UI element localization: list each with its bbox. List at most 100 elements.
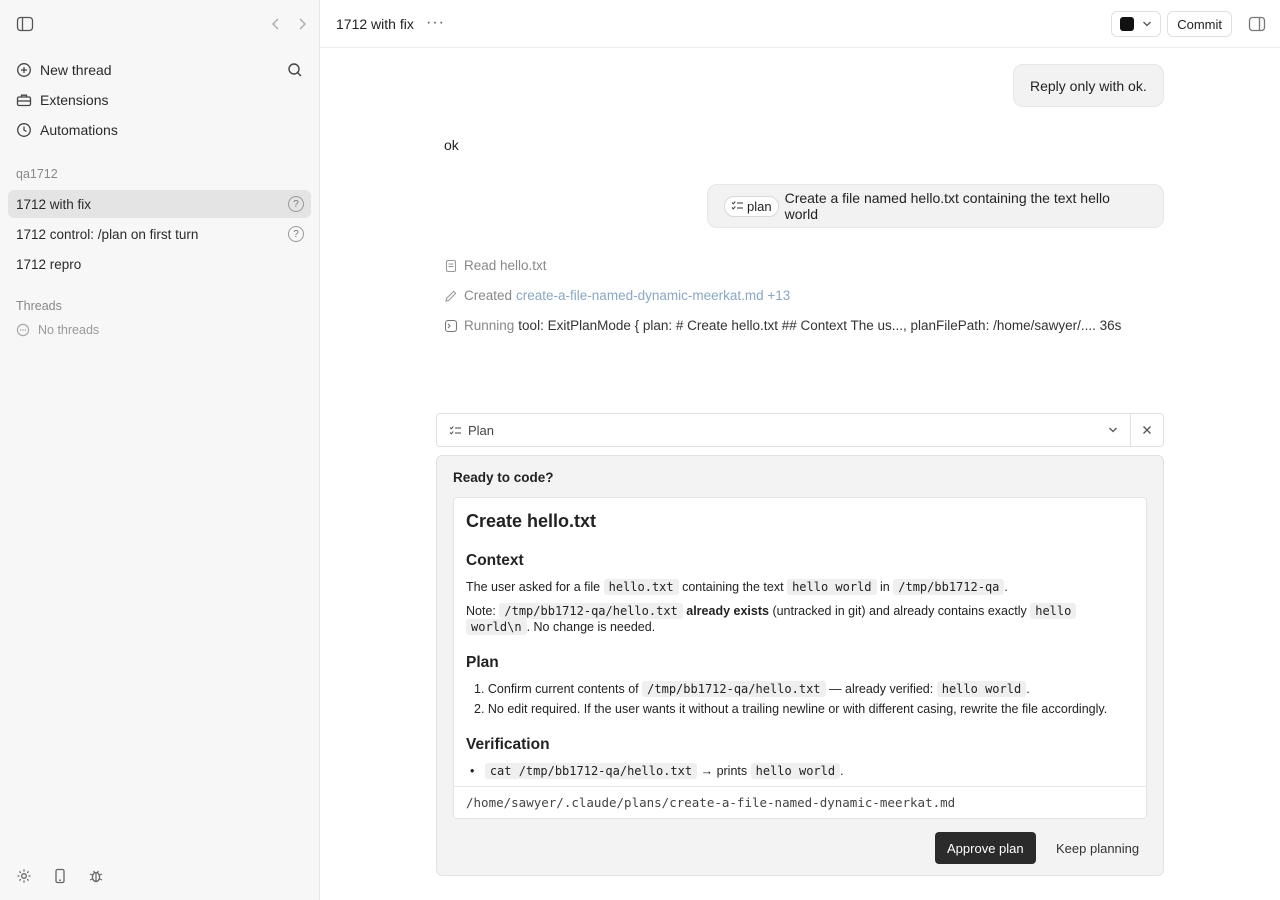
thread-label: 1712 repro (16, 256, 82, 272)
assistant-message: ok (444, 137, 459, 153)
thread-label: 1712 with fix (16, 196, 92, 212)
plus-circle-icon (16, 62, 32, 78)
sidebar-toggle-icon[interactable] (16, 16, 34, 32)
new-thread-label: New thread (40, 62, 112, 78)
app-logo-icon (1120, 17, 1135, 31)
user-message: plan Create a file named hello.txt conta… (707, 184, 1164, 228)
back-arrow-icon[interactable] (271, 16, 281, 32)
sidebar-top (16, 12, 307, 36)
inline-code: /tmp/bb1712-qa/hello.txt (499, 603, 683, 619)
no-threads-placeholder: No threads (16, 323, 99, 337)
bold-text: already exists (686, 604, 769, 618)
text: containing the text (682, 580, 784, 594)
inline-code: /tmp/bb1712-qa (893, 579, 1005, 595)
right-panel-toggle-icon[interactable] (1248, 16, 1266, 32)
plan-file-path: /home/sawyer/.claude/plans/create-a-file… (454, 786, 1146, 818)
new-thread-button[interactable]: New thread (8, 57, 311, 83)
activity-read-text: Read hello.txt (464, 258, 547, 273)
keep-planning-button[interactable]: Keep planning (1047, 832, 1148, 864)
help-icon: ? (288, 196, 304, 212)
text: . (840, 764, 844, 778)
forward-arrow-icon[interactable] (297, 16, 307, 32)
plan-step-1: 1. Confirm current contents of /tmp/bb17… (474, 681, 1030, 697)
terminal-icon (444, 319, 458, 333)
activity-running-prefix: Running (464, 318, 515, 333)
chevron-down-icon[interactable] (1107, 424, 1119, 436)
automations-label: Automations (40, 122, 118, 138)
text: The user asked for a file (466, 580, 601, 594)
divider (1130, 414, 1131, 446)
verification-item: • cat /tmp/bb1712-qa/hello.txt → prints … (470, 763, 844, 779)
context-paragraph: The user asked for a file hello.txt cont… (466, 579, 1008, 595)
no-threads-label: No threads (38, 323, 100, 337)
checklist-icon (449, 425, 462, 437)
bullet: • (470, 764, 482, 778)
note-paragraph-cont: world\n. No change is needed. (466, 619, 655, 635)
inline-code: cat /tmp/bb1712-qa/hello.txt (484, 763, 698, 779)
inline-code: hello world (936, 681, 1027, 697)
text: (untracked in git) and already contains … (772, 604, 1027, 618)
commit-button[interactable]: Commit (1167, 11, 1232, 37)
plan-document: Create hello.txt Context The user asked … (453, 497, 1147, 819)
activity-read: Read hello.txt (444, 258, 547, 273)
inline-code: /tmp/bb1712-qa/hello.txt (642, 681, 826, 697)
thread-item-1712-with-fix[interactable]: 1712 with fix ? (8, 190, 311, 218)
project-header: qa1712 (16, 167, 58, 181)
thread-item-1712-control[interactable]: 1712 control: /plan on first turn ? (8, 220, 311, 248)
text: . (1004, 580, 1008, 594)
context-heading: Context (466, 552, 524, 569)
ready-to-code-label: Ready to code? (453, 470, 554, 485)
clock-icon (16, 122, 32, 138)
text: → prints (700, 764, 748, 778)
activity-running-text: tool: ExitPlanMode { plan: # Create hell… (518, 318, 1122, 333)
text: 1. Confirm current contents of (474, 682, 639, 696)
open-in-app-dropdown[interactable] (1111, 11, 1162, 37)
more-options-icon[interactable]: ··· (426, 14, 445, 32)
threads-header: Threads (16, 299, 62, 313)
plan-step-2: 2. No edit required. If the user wants i… (474, 702, 1108, 716)
plan-mode-chip: plan (724, 195, 779, 217)
plan-approval-card: Ready to code? Create hello.txt Context … (436, 455, 1164, 876)
bug-icon[interactable] (88, 868, 104, 884)
extensions-button[interactable]: Extensions (8, 87, 311, 113)
approve-plan-button[interactable]: Approve plan (935, 832, 1036, 864)
plan-panel-header[interactable]: Plan (436, 413, 1164, 447)
sidebar: New thread Extensions Automations qa1712… (0, 0, 320, 900)
toolbox-icon (16, 92, 32, 108)
text: Note: (466, 604, 496, 618)
activity-created-prefix: Created (464, 288, 513, 303)
activity-running: Running tool: ExitPlanMode { plan: # Cre… (444, 318, 1121, 333)
inline-code: hello.txt (603, 579, 679, 595)
thread-title: 1712 with fix (336, 16, 414, 32)
thread-item-1712-repro[interactable]: 1712 repro (8, 250, 311, 278)
file-icon (444, 259, 458, 273)
close-icon[interactable] (1141, 424, 1153, 436)
user-message: Reply only with ok. (1013, 64, 1164, 107)
note-paragraph: Note: /tmp/bb1712-qa/hello.txt already e… (466, 603, 1077, 619)
mobile-device-icon[interactable] (52, 868, 68, 884)
chevron-down-icon (1142, 20, 1152, 28)
plan-heading: Plan (466, 654, 499, 671)
topbar: 1712 with fix ··· Commit (320, 0, 1280, 48)
text: . No change is needed. (526, 620, 656, 634)
checklist-icon (731, 200, 744, 212)
extensions-label: Extensions (40, 92, 109, 108)
chat-bubble-icon (16, 323, 30, 337)
created-file-link[interactable]: create-a-file-named-dynamic-meerkat.md +… (516, 288, 790, 303)
inline-code: hello world (787, 579, 877, 595)
pencil-icon (444, 289, 458, 303)
user-message-text: Reply only with ok. (1030, 77, 1147, 94)
plan-panel-title: Plan (468, 423, 495, 438)
sidebar-footer (16, 868, 104, 884)
activity-created: Created create-a-file-named-dynamic-meer… (444, 288, 790, 303)
text: in (880, 580, 890, 594)
plan-title: Create hello.txt (466, 511, 597, 531)
plan-chip-label: plan (747, 198, 772, 214)
user-message-text: Create a file named hello.txt containing… (784, 190, 1110, 222)
text: . (1026, 682, 1030, 696)
search-icon[interactable] (287, 62, 303, 78)
automations-button[interactable]: Automations (8, 117, 311, 143)
settings-gear-icon[interactable] (16, 868, 32, 884)
inline-code: world\n (466, 619, 527, 635)
text: — already verified: (829, 682, 934, 696)
